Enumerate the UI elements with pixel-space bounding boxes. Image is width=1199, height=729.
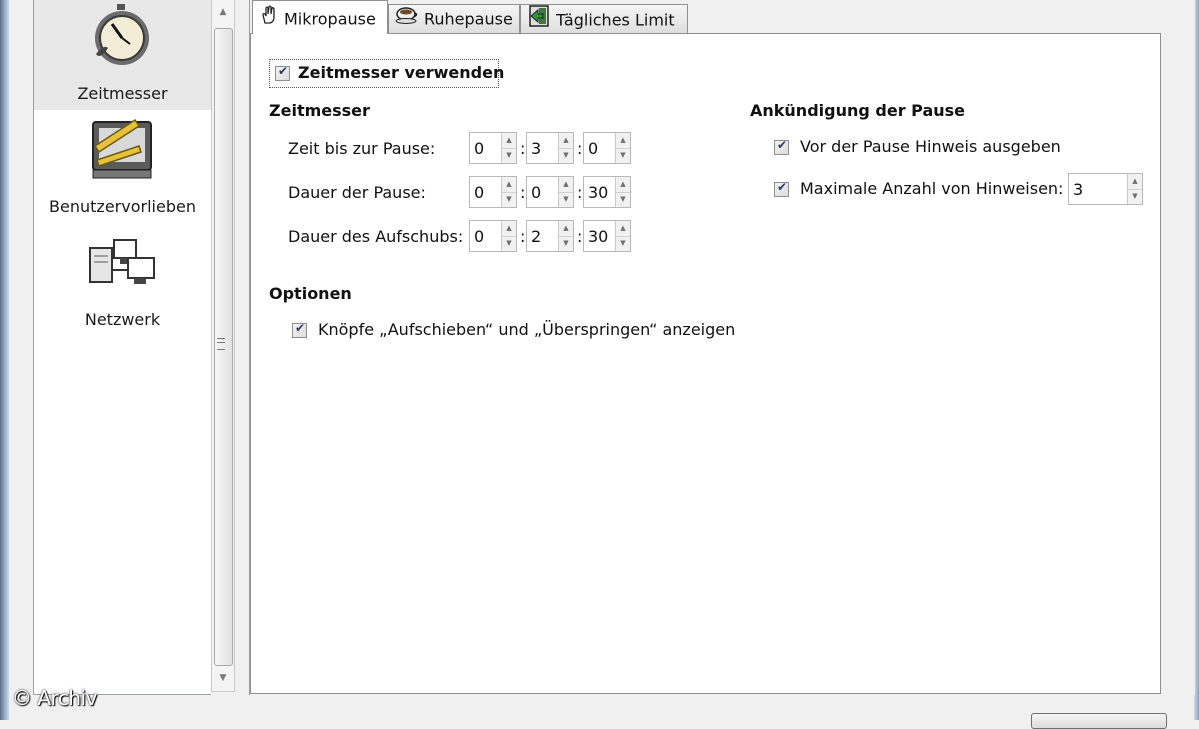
use-timer-checkbox[interactable]	[275, 64, 290, 81]
stepper-value: 30	[588, 227, 609, 246]
sidebar-item-label: Zeitmesser	[77, 84, 168, 103]
spin-down-icon[interactable]: ▼	[559, 192, 573, 207]
spin-down-icon[interactable]: ▼	[502, 236, 516, 251]
monitor-ruler-icon	[92, 118, 152, 179]
sidebar-item-benutzervorlieben[interactable]: Benutzervorlieben	[34, 110, 211, 222]
tab-ruhepause[interactable]: Ruhepause	[388, 4, 520, 33]
max-hints-stepper[interactable]: 3 ▲ ▼	[1068, 173, 1143, 205]
spin-up-icon[interactable]: ▲	[616, 177, 630, 193]
section-title-options: Optionen	[269, 284, 352, 303]
stepper-value: 30	[588, 183, 609, 202]
spin-down-icon[interactable]: ▼	[616, 148, 630, 163]
hand-icon	[259, 2, 279, 38]
tab-mikropause[interactable]: Mikropause	[252, 0, 388, 34]
stepper-value: 0	[474, 139, 485, 158]
spin-up-icon[interactable]: ▲	[559, 177, 573, 193]
row-label-postpone-duration: Dauer des Aufschubs:	[288, 227, 464, 246]
spin-up-icon[interactable]: ▲	[559, 133, 573, 149]
tab-taegliches-limit[interactable]: Tägliches Limit	[520, 4, 688, 33]
tab-label: Mikropause	[284, 9, 376, 29]
tab-label: Ruhepause	[424, 9, 513, 29]
spin-down-icon[interactable]: ▼	[559, 236, 573, 251]
tab-page-mikropause	[250, 33, 1161, 694]
spin-up-icon[interactable]: ▲	[1128, 174, 1142, 190]
spin-up-icon[interactable]: ▲	[616, 221, 630, 237]
time-separator: :	[520, 227, 526, 246]
max-hints-label: Maximale Anzahl von Hinweisen:	[800, 179, 1064, 198]
dialog-button[interactable]	[1031, 713, 1167, 729]
notify-before-break-checkbox[interactable]	[774, 138, 789, 155]
spin-down-icon[interactable]: ▼	[559, 148, 573, 163]
show-buttons-label: Knöpfe „Aufschieben“ und „Überspringen“ …	[318, 320, 736, 339]
category-list: Zeitmesser Benutzervorlieben Netzwerk	[33, 0, 211, 695]
stepper-value: 3	[1073, 180, 1084, 199]
stepper-value: 0	[474, 183, 485, 202]
spin-down-icon[interactable]: ▼	[502, 192, 516, 207]
section-title-zeitmesser: Zeitmesser	[269, 101, 370, 120]
exit-door-icon	[527, 5, 551, 36]
category-scrollbar[interactable]: ▲ ▼	[211, 0, 235, 692]
stepper-value: 3	[531, 139, 542, 158]
sidebar-item-zeitmesser[interactable]: Zeitmesser	[34, 0, 211, 110]
stepper-value: 0	[588, 139, 599, 158]
minutes-stepper[interactable]: 3 ▲ ▼	[526, 132, 574, 164]
minutes-stepper[interactable]: 2 ▲ ▼	[526, 220, 574, 252]
time-separator: :	[520, 183, 526, 202]
hours-stepper[interactable]: 0 ▲ ▼	[469, 220, 517, 252]
notify-before-break-label: Vor der Pause Hinweis ausgeben	[800, 137, 1061, 156]
hours-stepper[interactable]: 0 ▲ ▼	[469, 176, 517, 208]
row-label-break-duration: Dauer der Pause:	[288, 183, 426, 202]
seconds-stepper[interactable]: 30 ▲ ▼	[583, 176, 631, 208]
sidebar-item-label: Benutzervorlieben	[49, 197, 196, 216]
hours-stepper[interactable]: 0 ▲ ▼	[469, 132, 517, 164]
sidebar-item-netzwerk[interactable]: Netzwerk	[34, 222, 211, 334]
use-timer-label: Zeitmesser verwenden	[298, 63, 505, 82]
window-frame-left	[0, 0, 9, 720]
section-title-announcement: Ankündigung der Pause	[750, 101, 966, 120]
max-hints-checkbox[interactable]	[774, 180, 789, 197]
network-computers-icon	[89, 239, 155, 284]
scroll-down-arrow-icon[interactable]: ▼	[212, 668, 234, 688]
spin-up-icon[interactable]: ▲	[502, 177, 516, 193]
copyright-watermark: © Archiv	[12, 686, 97, 710]
spin-up-icon[interactable]: ▲	[502, 133, 516, 149]
row-label-time-to-break: Zeit bis zur Pause:	[288, 139, 436, 158]
spin-down-icon[interactable]: ▼	[502, 148, 516, 163]
spin-down-icon[interactable]: ▼	[616, 192, 630, 207]
minutes-stepper[interactable]: 0 ▲ ▼	[526, 176, 574, 208]
stepper-value: 0	[531, 183, 542, 202]
seconds-stepper[interactable]: 0 ▲ ▼	[583, 132, 631, 164]
seconds-stepper[interactable]: 30 ▲ ▼	[583, 220, 631, 252]
spin-up-icon[interactable]: ▲	[616, 133, 630, 149]
spin-up-icon[interactable]: ▲	[502, 221, 516, 237]
coffee-cup-icon	[395, 5, 419, 34]
stepper-value: 0	[474, 227, 485, 246]
spin-down-icon[interactable]: ▼	[616, 236, 630, 251]
show-buttons-checkbox[interactable]	[292, 321, 307, 338]
tab-label: Tägliches Limit	[556, 10, 675, 30]
spin-up-icon[interactable]: ▲	[559, 221, 573, 237]
time-separator: :	[577, 227, 583, 246]
grip-icon	[217, 338, 225, 350]
scroll-up-arrow-icon[interactable]: ▲	[212, 2, 234, 22]
time-separator: :	[577, 139, 583, 158]
spin-down-icon[interactable]: ▼	[1128, 189, 1142, 204]
time-separator: :	[520, 139, 526, 158]
stepper-value: 2	[531, 227, 542, 246]
time-separator: :	[577, 183, 583, 202]
sidebar-item-label: Netzwerk	[84, 310, 161, 329]
stopwatch-icon	[95, 4, 149, 65]
